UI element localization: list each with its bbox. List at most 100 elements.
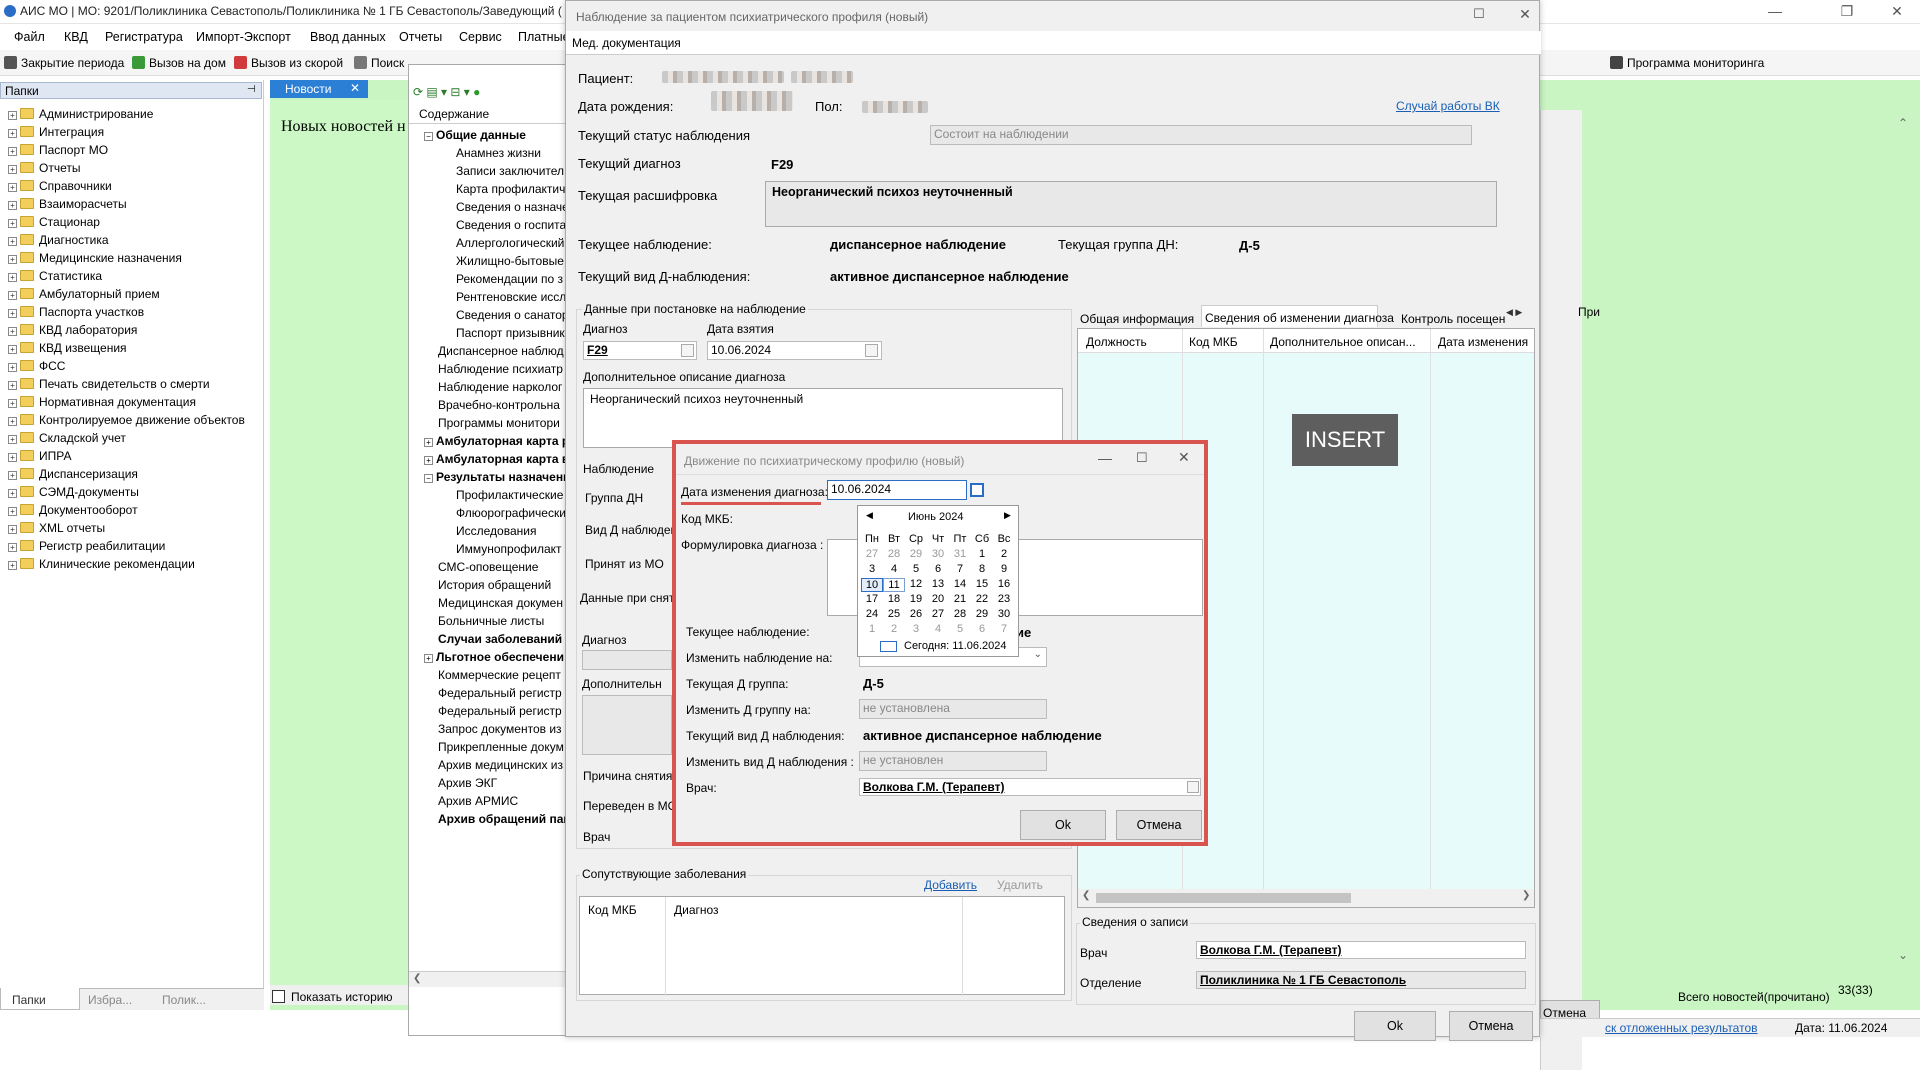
expand-icon[interactable]: + (8, 273, 17, 282)
calendar-icon[interactable] (865, 344, 878, 357)
minimize-icon[interactable]: — (1098, 450, 1112, 466)
expand-icon[interactable]: + (8, 327, 17, 336)
calendar-day[interactable]: 6 (971, 623, 993, 635)
tab-favorites[interactable]: Избра... (88, 993, 132, 1007)
expand-icon[interactable]: + (8, 255, 17, 264)
calendar-day[interactable]: 19 (905, 593, 927, 605)
scroll-right-icon[interactable]: ❯ (1522, 890, 1530, 901)
menu-paid[interactable]: Платные (518, 30, 570, 44)
rec-doctor-input[interactable]: Волкова Г.М. (Терапевт) (1196, 941, 1526, 959)
folder-item[interactable]: + Стационар (8, 215, 100, 232)
calendar-day[interactable]: 27 (927, 608, 949, 620)
calendar-day[interactable]: 30 (927, 548, 949, 560)
calendar-day[interactable]: 27 (861, 548, 883, 560)
menu-service[interactable]: Сервис (459, 30, 502, 44)
close-icon[interactable]: ✕ (1874, 0, 1920, 24)
content-item[interactable]: Коммерческие рецепт (438, 668, 566, 685)
search-button[interactable]: Поиск (354, 56, 404, 70)
calendar-day[interactable]: 18 (883, 593, 905, 605)
content-item[interactable]: Жилищно-бытовые (456, 254, 566, 271)
content-item[interactable]: Больничные листы (438, 614, 566, 631)
tab-visit-control[interactable]: Контроль посещен (1401, 312, 1513, 326)
scroll-thumb[interactable] (1096, 893, 1351, 903)
menu-reports[interactable]: Отчеты (399, 30, 442, 44)
expand-icon[interactable]: + (8, 381, 17, 390)
expand-icon[interactable]: + (8, 237, 17, 246)
folder-item[interactable]: + XML отчеты (8, 521, 105, 538)
close-icon[interactable]: ✕ (1502, 3, 1548, 27)
calendar-day[interactable]: 9 (993, 563, 1015, 575)
calendar-day[interactable]: 5 (905, 563, 927, 575)
maximize-icon[interactable]: ☐ (1136, 450, 1148, 466)
calendar-day[interactable]: 13 (927, 578, 949, 590)
calendar-day[interactable]: 16 (993, 578, 1015, 590)
expand-icon[interactable]: + (8, 201, 17, 210)
rm-diag-input[interactable] (582, 650, 672, 670)
calendar-day[interactable]: 11 (883, 578, 905, 592)
folder-item[interactable]: + Отчеты (8, 161, 80, 178)
prev-month-icon[interactable]: ◀ (866, 510, 873, 521)
content-item[interactable]: Прикрепленные докум (438, 740, 566, 757)
expand-icon[interactable]: + (8, 111, 17, 120)
folder-item[interactable]: + Регистр реабилитации (8, 539, 165, 556)
close-period-button[interactable]: Закрытие периода (4, 56, 124, 70)
ok-button[interactable]: Ok (1020, 810, 1106, 840)
deferred-results-link[interactable]: ск отложенных результатов (1605, 1021, 1758, 1035)
comorbid-add-link[interactable]: Добавить (924, 878, 977, 892)
expand-icon[interactable]: + (8, 219, 17, 228)
calendar-day[interactable]: 4 (883, 563, 905, 575)
expand-icon[interactable]: + (8, 183, 17, 192)
menu-registry[interactable]: Регистратура (105, 30, 183, 44)
status-select[interactable]: Состоит на наблюдении (930, 125, 1472, 145)
close-icon[interactable]: ✕ (350, 81, 360, 95)
scroll-up-icon[interactable]: ⌃ (1898, 116, 1908, 130)
content-item[interactable]: + Амбулаторная карта в (424, 452, 566, 469)
tab-med-docs[interactable]: Мед. документация (572, 36, 681, 50)
pin-icon[interactable]: ⊣ (247, 84, 256, 95)
expand-icon[interactable]: + (8, 543, 17, 552)
calendar-day[interactable]: 2 (883, 623, 905, 635)
folder-item[interactable]: + Складской учет (8, 431, 126, 448)
expand-icon[interactable]: + (424, 654, 433, 663)
content-item[interactable]: Архив АРМИС (438, 794, 566, 811)
folder-item[interactable]: + ФСС (8, 359, 65, 376)
doctor-picker[interactable] (1187, 781, 1199, 793)
doctor-input[interactable]: Волкова Г.М. (Терапевт) (859, 778, 1201, 796)
calendar-day[interactable]: 12 (905, 578, 927, 590)
calendar-day[interactable]: 5 (949, 623, 971, 635)
folder-item[interactable]: + Справочники (8, 179, 112, 196)
content-item[interactable]: Записи заключител (456, 164, 566, 181)
content-item[interactable]: Флюорографически (456, 506, 566, 523)
folder-item[interactable]: + КВД извещения (8, 341, 127, 358)
folder-item[interactable]: + Диагностика (8, 233, 109, 250)
calendar-day[interactable]: 10 (861, 578, 883, 592)
expand-icon[interactable]: − (424, 132, 433, 141)
content-item[interactable]: Паспорт призывник (456, 326, 566, 343)
minimize-icon[interactable]: — (1752, 0, 1798, 24)
tab-clinic[interactable]: Полик... (162, 993, 206, 1007)
expand-icon[interactable]: + (8, 471, 17, 480)
content-item[interactable]: Рекомендации по з (456, 272, 566, 289)
change-date-input[interactable]: 10.06.2024 (827, 480, 967, 500)
content-item[interactable]: Программы монитори (438, 416, 566, 433)
tab-diag-change[interactable]: Сведения об изменении диагноза (1205, 311, 1394, 325)
content-item[interactable]: История обращений (438, 578, 566, 595)
calendar-month[interactable]: Июнь 2024 (908, 511, 964, 523)
calendar-day[interactable]: 23 (993, 593, 1015, 605)
content-item[interactable]: Сведения о госпита (456, 218, 566, 235)
folder-item[interactable]: + Взаиморасчеты (8, 197, 127, 214)
folder-item[interactable]: + Паспорт МО (8, 143, 108, 160)
tab-folders[interactable]: Папки (12, 993, 46, 1007)
content-item[interactable]: + Амбулаторная карта р (424, 434, 566, 451)
restore-icon[interactable]: ❐ (1824, 0, 1870, 24)
folder-item[interactable]: + Амбулаторный прием (8, 287, 160, 304)
change-group-select[interactable]: не установлена (859, 699, 1047, 719)
scroll-left-icon[interactable]: ❮ (413, 973, 421, 984)
close-icon[interactable]: ✕ (1178, 449, 1190, 466)
content-item[interactable]: Архив ЭКГ (438, 776, 566, 793)
cancel-button[interactable]: Отмена (1116, 810, 1202, 840)
expand-icon[interactable]: + (8, 165, 17, 174)
reg-extra-textarea[interactable]: Неорганический психоз неуточненный (583, 388, 1063, 448)
folder-item[interactable]: + Печать свидетельств о смерти (8, 377, 210, 394)
folder-item[interactable]: + Нормативная документация (8, 395, 196, 412)
